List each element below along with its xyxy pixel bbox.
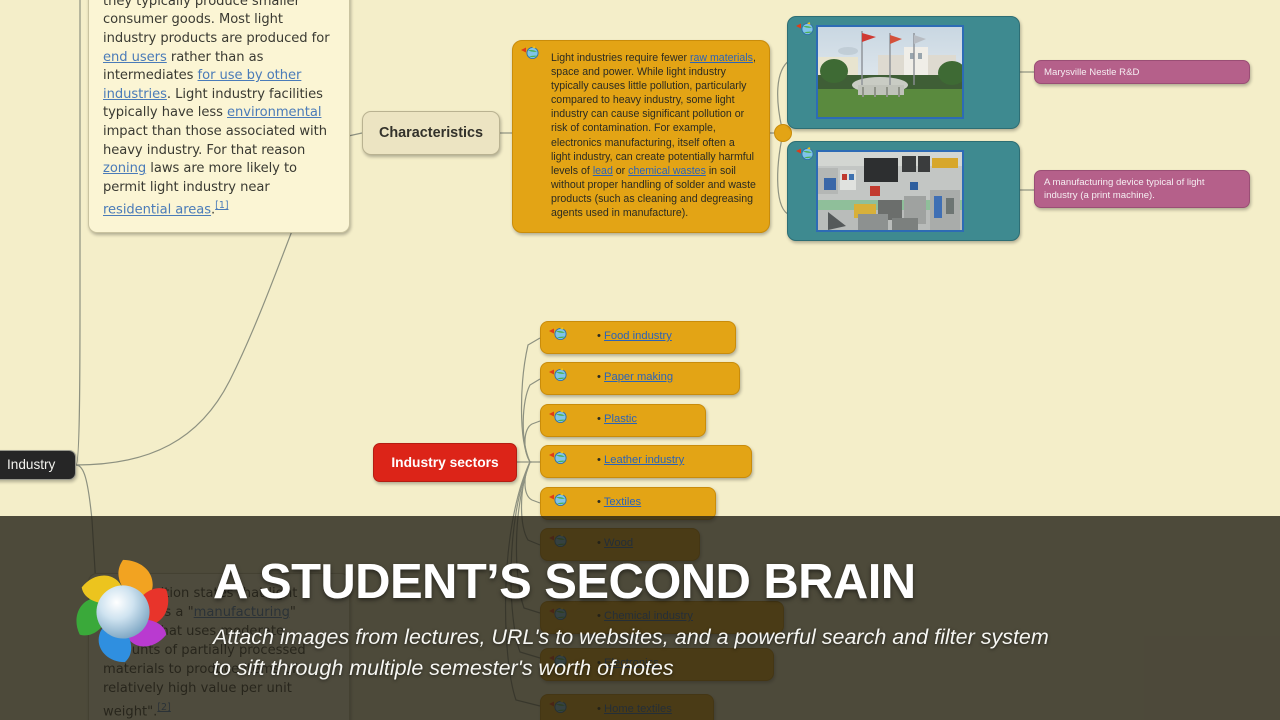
globe-link-icon bbox=[549, 493, 567, 507]
sector-label[interactable]: Leather industry bbox=[604, 454, 684, 466]
note-characteristics-detail[interactable]: Light industries require fewer raw mater… bbox=[512, 40, 770, 234]
promo-subtitle-line2: to sift through multiple semester's wort… bbox=[213, 655, 674, 680]
globe-link-icon bbox=[549, 451, 567, 465]
inline-link[interactable]: residential areas bbox=[103, 203, 211, 218]
globe-link-icon bbox=[796, 22, 814, 36]
wiki-note-top-body: capital-intensive than heavy industry an… bbox=[103, 0, 334, 218]
bullet-marker: • bbox=[597, 413, 605, 425]
bullet-marker: • bbox=[597, 496, 604, 508]
mindmap-canvas: capital-intensive than heavy industry an… bbox=[0, 0, 1280, 720]
pinwheel-logo bbox=[76, 559, 169, 663]
sector-node-leather-industry[interactable]: • Leather industry bbox=[540, 445, 752, 478]
caption-print-machine-label: A manufacturing device typical of light … bbox=[1044, 177, 1205, 201]
inline-link[interactable]: lead bbox=[593, 165, 613, 177]
inline-link[interactable]: raw materials bbox=[690, 52, 753, 64]
node-characteristics-label: Characteristics bbox=[379, 125, 483, 141]
caption-nestle-label: Marysville Nestle R&D bbox=[1044, 67, 1140, 78]
inline-link[interactable]: environmental bbox=[227, 105, 321, 120]
node-characteristics[interactable]: Characteristics bbox=[362, 111, 500, 155]
globe-link-icon bbox=[549, 327, 567, 341]
sector-label[interactable]: Paper making bbox=[604, 371, 673, 383]
sector-node-plastic[interactable]: • Plastic bbox=[540, 404, 706, 437]
photo-nestle-campus[interactable] bbox=[816, 25, 964, 119]
globe-link-icon bbox=[521, 46, 539, 60]
caption-node-print-machine[interactable]: A manufacturing device typical of light … bbox=[1034, 170, 1250, 208]
sector-label[interactable]: Plastic bbox=[604, 413, 637, 425]
promo-subtitle-line1: Attach images from lectures, URL's to we… bbox=[213, 625, 1049, 649]
root-node-industry[interactable]: Industry bbox=[0, 450, 76, 480]
inline-link[interactable]: chemical wastes bbox=[628, 165, 706, 177]
sector-label[interactable]: Food industry bbox=[604, 330, 672, 342]
image-panel-nestle[interactable] bbox=[787, 16, 1020, 129]
photo-print-machine[interactable] bbox=[816, 150, 964, 232]
sector-label[interactable]: Textiles bbox=[604, 496, 641, 508]
promo-overlay-band bbox=[0, 516, 1280, 720]
hub-dot bbox=[774, 124, 792, 142]
globe-link-icon bbox=[549, 410, 567, 424]
inline-link[interactable]: zoning bbox=[103, 161, 146, 176]
bullet-marker: • bbox=[597, 454, 605, 466]
inline-text: impact than those associated with heavy … bbox=[103, 123, 327, 158]
inline-text: or bbox=[612, 164, 629, 177]
image-panel-print-machine[interactable] bbox=[787, 141, 1020, 241]
inline-text: -oriented, as they typically produce sma… bbox=[103, 0, 330, 46]
inline-link[interactable]: end users bbox=[103, 50, 167, 65]
root-node-label: Industry bbox=[7, 457, 56, 472]
inline-text: , space and power. While light industry … bbox=[551, 52, 756, 177]
wiki-text-note-top[interactable]: capital-intensive than heavy industry an… bbox=[88, 0, 350, 234]
globe-link-icon bbox=[796, 147, 814, 161]
sector-node-food-industry[interactable]: • Food industry bbox=[540, 321, 736, 354]
bullet-marker: • bbox=[597, 371, 605, 383]
inline-text: Light industries require fewer bbox=[551, 52, 690, 64]
note-characteristics-body: Light industries require fewer raw mater… bbox=[551, 52, 756, 219]
promo-title: A STUDENT’S SECOND BRAIN bbox=[213, 555, 916, 609]
node-industry-sectors[interactable]: Industry sectors bbox=[373, 443, 517, 482]
caption-node-nestle[interactable]: Marysville Nestle R&D bbox=[1034, 60, 1250, 84]
globe-link-icon bbox=[549, 368, 567, 382]
node-industry-sectors-label: Industry sectors bbox=[391, 455, 499, 470]
bullet-marker: • bbox=[597, 330, 605, 342]
sector-node-paper-making[interactable]: • Paper making bbox=[540, 362, 740, 395]
promo-subtitle: Attach images from lectures, URL's to we… bbox=[213, 622, 1223, 683]
wiki-note-top-reference[interactable]: [1] bbox=[215, 200, 228, 211]
